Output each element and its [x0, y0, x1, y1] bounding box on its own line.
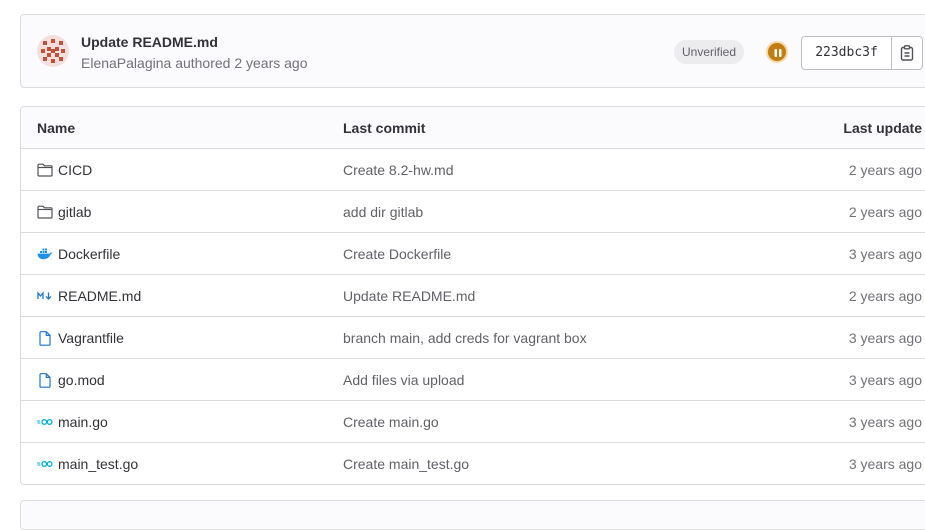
repository-files-table: Name Last commit Last update CICD Create… [20, 106, 925, 485]
commit-sha-group: 223dbc3f [801, 36, 923, 70]
file-name-link[interactable]: gitlab [58, 191, 91, 233]
commit-meta: ElenaPalagina authored 2 years ago [81, 55, 308, 71]
file-name-cell[interactable]: main.go [37, 401, 108, 443]
pipeline-status-icon[interactable] [766, 41, 788, 63]
latest-commit-card: Update README.md ElenaPalagina authored … [20, 14, 925, 88]
last-commit-link[interactable]: Create Dockerfile [343, 233, 451, 275]
file-name-link[interactable]: Dockerfile [58, 233, 120, 275]
last-commit-link[interactable]: add dir gitlab [343, 191, 423, 233]
last-update-time: 3 years ago [848, 372, 922, 388]
last-update-time: 2 years ago [848, 204, 922, 220]
table-row[interactable]: Dockerfile Create Dockerfile 3 years ago [21, 233, 925, 275]
table-row[interactable]: main.go Create main.go 3 years ago [21, 401, 925, 443]
file-name-link[interactable]: Vagrantfile [58, 317, 124, 359]
pause-icon [774, 49, 782, 57]
table-row[interactable]: Vagrantfile branch main, add creds for v… [21, 317, 925, 359]
go-icon [37, 414, 53, 430]
table-row[interactable]: main_test.go Create main_test.go 3 years… [21, 443, 925, 484]
file-name-link[interactable]: go.mod [58, 359, 105, 401]
markdown-icon [37, 288, 53, 304]
folder-icon [37, 204, 53, 220]
commit-sha-button[interactable]: 223dbc3f [802, 37, 892, 69]
last-commit-link[interactable]: branch main, add creds for vagrant box [343, 317, 587, 359]
file-name-link[interactable]: main.go [58, 401, 108, 443]
file-name-link[interactable]: main_test.go [58, 443, 138, 484]
file-name-cell[interactable]: go.mod [37, 359, 105, 401]
file-name-cell[interactable]: README.md [37, 275, 141, 317]
file-name-link[interactable]: README.md [58, 275, 141, 317]
last-commit-link[interactable]: Create main_test.go [343, 443, 469, 484]
file-name-link[interactable]: CICD [58, 149, 92, 191]
table-row[interactable]: go.mod Add files via upload 3 years ago [21, 359, 925, 401]
last-update-time: 3 years ago [848, 414, 922, 430]
table-row[interactable]: CICD Create 8.2-hw.md 2 years ago [21, 149, 925, 191]
last-update-time: 3 years ago [848, 456, 922, 472]
commit-title-link[interactable]: Update README.md [81, 34, 218, 50]
file-name-cell[interactable]: Dockerfile [37, 233, 120, 275]
file-name-cell[interactable]: Vagrantfile [37, 317, 124, 359]
copy-icon [900, 45, 914, 61]
commit-authored-time: authored 2 years ago [175, 55, 308, 71]
table-row[interactable]: README.md Update README.md 2 years ago [21, 275, 925, 317]
table-row[interactable]: gitlab add dir gitlab 2 years ago [21, 191, 925, 233]
table-header-row: Name Last commit Last update [21, 107, 925, 149]
file-icon [37, 330, 53, 346]
last-commit-link[interactable]: Update README.md [343, 275, 475, 317]
column-header-last-update: Last update [843, 120, 922, 136]
last-update-time: 2 years ago [848, 162, 922, 178]
folder-icon [37, 162, 53, 178]
column-header-last-commit: Last commit [343, 120, 426, 136]
last-update-time: 3 years ago [848, 246, 922, 262]
file-name-cell[interactable]: main_test.go [37, 443, 138, 484]
commit-author-link[interactable]: ElenaPalagina [81, 55, 171, 71]
author-avatar[interactable] [37, 35, 69, 67]
last-commit-link[interactable]: Add files via upload [343, 359, 464, 401]
last-commit-link[interactable]: Create main.go [343, 401, 439, 443]
column-header-name: Name [37, 120, 76, 136]
file-icon [37, 372, 53, 388]
last-update-time: 2 years ago [848, 288, 922, 304]
last-commit-link[interactable]: Create 8.2-hw.md [343, 149, 454, 191]
file-name-cell[interactable]: CICD [37, 149, 92, 191]
docker-icon [37, 246, 53, 262]
last-update-time: 3 years ago [848, 330, 922, 346]
file-name-cell[interactable]: gitlab [37, 191, 91, 233]
copy-sha-button[interactable] [892, 37, 922, 69]
signature-badge[interactable]: Unverified [674, 40, 745, 64]
readme-card-header [20, 500, 925, 530]
go-icon [37, 456, 53, 472]
